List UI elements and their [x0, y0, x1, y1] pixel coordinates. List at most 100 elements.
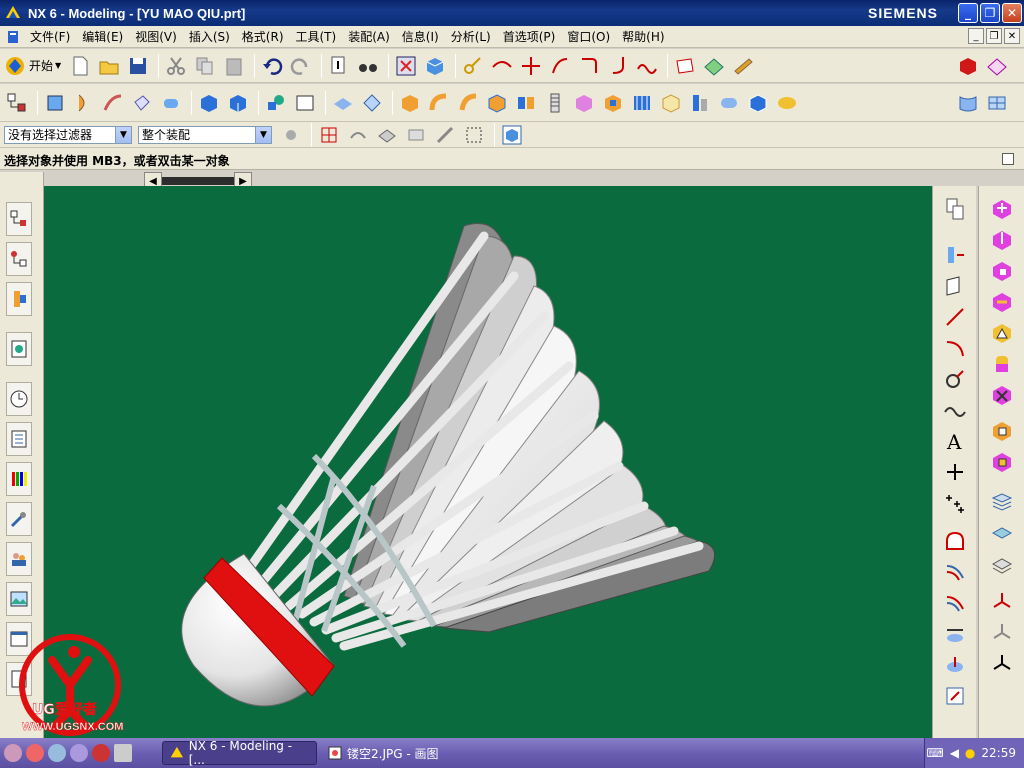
copy-button[interactable]: [192, 53, 218, 79]
maximize-button[interactable]: ❐: [980, 3, 1000, 23]
intersect-button[interactable]: [658, 90, 684, 116]
move-face-button[interactable]: [987, 194, 1017, 224]
cylinder-button[interactable]: [158, 90, 184, 116]
menu-format[interactable]: 格式(R): [236, 28, 290, 45]
selection-filter-dropdown[interactable]: 没有选择过滤器 ▼: [4, 125, 132, 144]
taskbar-app-nx[interactable]: NX 6 - Modeling - [...: [162, 739, 317, 767]
wcs-orient-button[interactable]: [987, 649, 1017, 679]
extract-curve-button[interactable]: [940, 681, 970, 711]
taskbar-app-paint[interactable]: 镂空2.JPG - 画图: [321, 741, 481, 765]
face-button[interactable]: [330, 90, 356, 116]
close-button[interactable]: ✕: [1002, 3, 1022, 23]
history-palette-tab[interactable]: [6, 582, 32, 616]
resize-blend-button[interactable]: [987, 318, 1017, 348]
feature-rule-button[interactable]: [432, 122, 458, 148]
menu-file[interactable]: 文件(F): [24, 28, 76, 45]
quicklaunch-icon-4[interactable]: [70, 744, 88, 762]
cylinder-resize-button[interactable]: [987, 349, 1017, 379]
snap-point-button[interactable]: [316, 122, 342, 148]
doc-restore-button[interactable]: ❐: [986, 28, 1002, 44]
point-button-r[interactable]: [940, 457, 970, 487]
line-button[interactable]: [940, 302, 970, 332]
offset-curve-button[interactable]: [940, 557, 970, 587]
block-button[interactable]: [196, 90, 222, 116]
shaded-view-button[interactable]: [422, 53, 448, 79]
open-button[interactable]: [96, 53, 122, 79]
sweep-button[interactable]: [100, 90, 126, 116]
arc-button[interactable]: [940, 333, 970, 363]
quicklaunch-icon-6[interactable]: [114, 744, 132, 762]
thread-button[interactable]: [542, 90, 568, 116]
process-studio-tab[interactable]: [6, 502, 32, 536]
ruler-button[interactable]: [730, 53, 756, 79]
assembly-navigator-tab[interactable]: [6, 202, 32, 236]
red-cube-button[interactable]: [955, 53, 981, 79]
system-materials-tab[interactable]: [6, 422, 32, 456]
part-navigator-tab[interactable]: [6, 282, 32, 316]
pull-face-button[interactable]: [987, 225, 1017, 255]
info-button[interactable]: [326, 53, 352, 79]
mesh-button[interactable]: [701, 53, 727, 79]
graphics-viewport[interactable]: [44, 186, 932, 738]
undo-button[interactable]: [259, 53, 285, 79]
roles-tab[interactable]: [6, 542, 32, 576]
point-set-button[interactable]: [940, 488, 970, 518]
mirror-button[interactable]: [571, 90, 597, 116]
datum-plane-button[interactable]: [940, 271, 970, 301]
intersection-curve-button[interactable]: [940, 619, 970, 649]
chamfer-button[interactable]: [397, 90, 423, 116]
menu-tools[interactable]: 工具(T): [290, 28, 343, 45]
body-rule-button[interactable]: [403, 122, 429, 148]
wave-button[interactable]: [634, 53, 660, 79]
constraint-navigator-tab[interactable]: [6, 242, 32, 276]
network-icon[interactable]: ◀: [950, 746, 959, 760]
sketch-button[interactable]: [292, 90, 318, 116]
menu-help[interactable]: 帮助(H): [616, 28, 670, 45]
bend-button[interactable]: [605, 53, 631, 79]
layer-visible-button[interactable]: [987, 518, 1017, 548]
blend-button[interactable]: [426, 90, 452, 116]
new-button[interactable]: [67, 53, 93, 79]
menu-view[interactable]: 视图(V): [129, 28, 183, 45]
revolve-button[interactable]: [71, 90, 97, 116]
paste-button[interactable]: [221, 53, 247, 79]
thicken-button[interactable]: [745, 90, 771, 116]
scope-dropdown[interactable]: 整个装配 ▼: [138, 125, 272, 144]
spline-button[interactable]: [940, 395, 970, 425]
start-button[interactable]: 开始 ▼: [4, 55, 61, 77]
section-curve-button[interactable]: [940, 650, 970, 680]
face-rule-button[interactable]: [374, 122, 400, 148]
menu-edit[interactable]: 编辑(E): [76, 28, 129, 45]
prompt-options-button[interactable]: [999, 150, 1017, 168]
datum-axis-button[interactable]: [940, 240, 970, 270]
move-to-layer-button[interactable]: [987, 549, 1017, 579]
reuse-library-tab[interactable]: [6, 332, 32, 366]
circle-button[interactable]: [940, 364, 970, 394]
save-button[interactable]: [125, 53, 151, 79]
quicklaunch-icon-3[interactable]: [48, 744, 66, 762]
plane-button[interactable]: [672, 53, 698, 79]
quicklaunch-icon-5[interactable]: [92, 744, 110, 762]
cut-button[interactable]: [163, 53, 189, 79]
copy-face-button[interactable]: [987, 416, 1017, 446]
project-curve-button[interactable]: [940, 588, 970, 618]
layer-settings-button[interactable]: [987, 487, 1017, 517]
menu-insert[interactable]: 插入(S): [183, 28, 236, 45]
point-button[interactable]: [263, 90, 289, 116]
offset-region-button[interactable]: [987, 256, 1017, 286]
paste-face-button[interactable]: [987, 447, 1017, 477]
quicklaunch-icon-1[interactable]: [4, 744, 22, 762]
binoculars-button[interactable]: [355, 53, 381, 79]
corner-button[interactable]: [576, 53, 602, 79]
snap-button[interactable]: [460, 53, 486, 79]
doc-close-button[interactable]: ✕: [1004, 28, 1020, 44]
fit-view-button[interactable]: [393, 53, 419, 79]
shell-button[interactable]: [484, 90, 510, 116]
visualization-tab[interactable]: [6, 462, 32, 496]
grid-surface-button[interactable]: [984, 90, 1010, 116]
surface-mesh-button[interactable]: [955, 90, 981, 116]
menu-information[interactable]: 信息(I): [396, 28, 445, 45]
wcs-dynamic-button[interactable]: [987, 618, 1017, 648]
curve-edit-button[interactable]: [547, 53, 573, 79]
cube2-button[interactable]: [225, 90, 251, 116]
